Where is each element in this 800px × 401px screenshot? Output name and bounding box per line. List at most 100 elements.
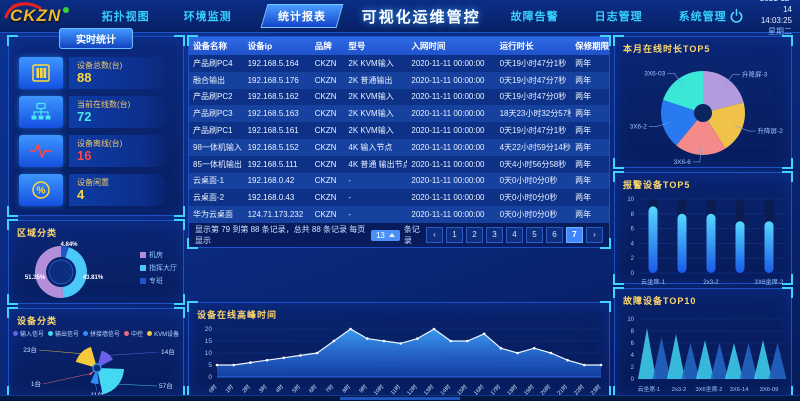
table-cell: 85一体机输出 [189,159,244,170]
table-cell: 云桌面-1 [189,175,244,186]
page-button[interactable]: 2 [466,227,483,243]
legend-label: KVM设备 [154,329,179,338]
panel-title: 本月在线时长TOP5 [615,37,791,55]
chart-label: 3X6坐席-2 [695,385,722,393]
legend-item[interactable]: 输入信号 [13,329,44,338]
bar [736,221,745,273]
nav-left: 拓扑视图 环境监测 统计报表 [100,4,340,28]
legend-item[interactable]: 拼接墙信号 [83,329,120,338]
triangle-bar [754,340,772,379]
page-button[interactable]: 4 [506,227,523,243]
table-cell: 2020-11-11 00:00:00 [407,210,495,219]
table-cell: - [344,210,407,219]
chart-label: 0时 [207,382,219,394]
panel-fault-top10: 故障设备TOP10 0246810云坐席-12x3-23X6坐席-23X6-14… [614,288,792,396]
table-row: 云桌面-1192.168.0.42CKZN-2020-11-11 00:00:0… [189,173,609,190]
panel-corner [187,35,198,46]
stat-label: 设备闲置 [77,177,165,188]
legend-swatch [140,252,146,258]
table-row: 融合输出192.168.5.176CKZN2K 普通输出2020-11-11 0… [189,72,609,89]
legend-label: 机房 [149,250,163,260]
chart-label: 2x3-2 [703,279,719,286]
panel-title: 报警设备TOP5 [615,173,791,191]
table-cell: 产品刷PC1 [189,125,244,136]
fault-top10-triangle-chart: 0246810云坐席-12x3-23X6坐席-23X6-143X6-09 [615,307,791,399]
chart-label: 10 [627,317,634,323]
chart-label: 51.35% [25,275,46,281]
stat-plate: 当前在线数(台)72 [69,96,173,128]
table-cell: 192.168.5.152 [244,143,311,152]
nav-tab[interactable]: 日志管理 [593,5,645,27]
table-cell: CKZN [311,59,345,68]
chart-label: 3X6-2 [630,124,648,131]
nav-tab[interactable]: 故障告警 [509,5,561,27]
panel-title: 设备分类 [9,309,183,327]
panel-device-table: 设备名称设备ip品牌型号入网时间运行时长保修期限 产品刷PC4192.168.5… [188,36,610,248]
table-cell: 云桌面-2 [189,192,244,203]
table-cell: 产品刷PC2 [189,91,244,102]
nav-tab[interactable]: 系统管理 [677,5,729,27]
panel-corner [174,35,185,46]
chart-label: 1台 [31,379,41,388]
stat-plate: 设备离线(台)16 [69,135,173,167]
panel-corner [613,287,624,298]
panel-corner [7,206,18,217]
table-cell: 两年 [571,125,609,136]
chart-label: 3X6-6 [674,159,692,166]
legend-swatch [83,331,88,336]
table-cell: 98一体机输入 [189,142,244,153]
header-right: 2021-12-14 14:03:25 星期二 [729,0,800,38]
legend-item[interactable]: 中控 [124,329,143,338]
device-rose-chart: 14台57台11台1台23台 [11,338,183,400]
bar [707,214,716,273]
alarm-top5-bar-chart: 0246810云坐席-12x3-23X6坐席-2 [615,191,791,287]
panel-corner [7,35,18,46]
legend-item[interactable]: 机房 [140,250,177,260]
online-top5-pie-chart: 升降屏-3升降屏-23X6-63X6-23X6-03 [615,55,791,169]
page-button[interactable]: 5 [526,227,543,243]
table-header-cell: 入网时间 [407,40,495,52]
table-cell: 2K 普通输出 [344,75,407,86]
panel-title: 故障设备TOP10 [615,289,791,307]
page-size-select[interactable]: 13 [371,230,400,241]
panel-corner [613,171,624,182]
table-cell: 0天0小时0分0秒 [496,192,572,203]
nav-tab[interactable]: 拓扑视图 [100,5,152,27]
legend-swatch [140,278,146,284]
power-icon[interactable] [729,8,744,24]
pagination-info-suffix: 条记录 [404,224,426,246]
triangle-bar [711,343,729,379]
legend-item[interactable]: 专班 [140,276,177,286]
table-cell: CKZN [311,210,345,219]
table-cell: CKZN [311,126,345,135]
legend-item[interactable]: KVM设备 [147,329,179,338]
stat-plate: 设备总数(台)88 [69,57,173,89]
table-row: 云桌面-2192.168.0.43CKZN-2020-11-11 00:00:0… [189,189,609,206]
page-button[interactable]: 1 [446,227,463,243]
table-cell: 0天0小时0分0秒 [496,209,572,220]
bar [649,206,658,273]
table-cell: CKZN [311,193,345,202]
nav-tab[interactable]: 环境监测 [182,5,234,27]
chart-label: 1时 [223,382,235,394]
stat-value: 16 [77,149,165,163]
legend-item[interactable]: 指挥大厅 [140,263,177,273]
page-button[interactable]: 6 [546,227,563,243]
page-prev-button[interactable]: ‹ [426,227,443,243]
triangle-bar [682,343,700,379]
page-button[interactable]: 3 [486,227,503,243]
chart-label: 8时 [340,382,352,394]
legend-item[interactable]: 输出信号 [48,329,79,338]
chart-label: 10 [205,350,213,357]
panel-corner [782,171,793,182]
panel-region-category: 区域分类 51.35%43.81%4.84% 机房指挥大厅专班 [8,220,184,304]
chart-label: 7时 [324,382,336,394]
dashboard-root: CKZN 拓扑视图环境监测统计报表 可视化运维管控 故障告警日志管理系统管理 2… [0,0,800,401]
table-cell: CKZN [311,76,345,85]
table-cell: - [344,176,407,185]
page-button[interactable]: 7 [566,227,583,243]
chart-label: 0 [631,377,635,383]
panel-corner [782,287,793,298]
nav-tab[interactable]: 统计报表 [260,4,343,28]
legend-swatch [48,331,53,336]
